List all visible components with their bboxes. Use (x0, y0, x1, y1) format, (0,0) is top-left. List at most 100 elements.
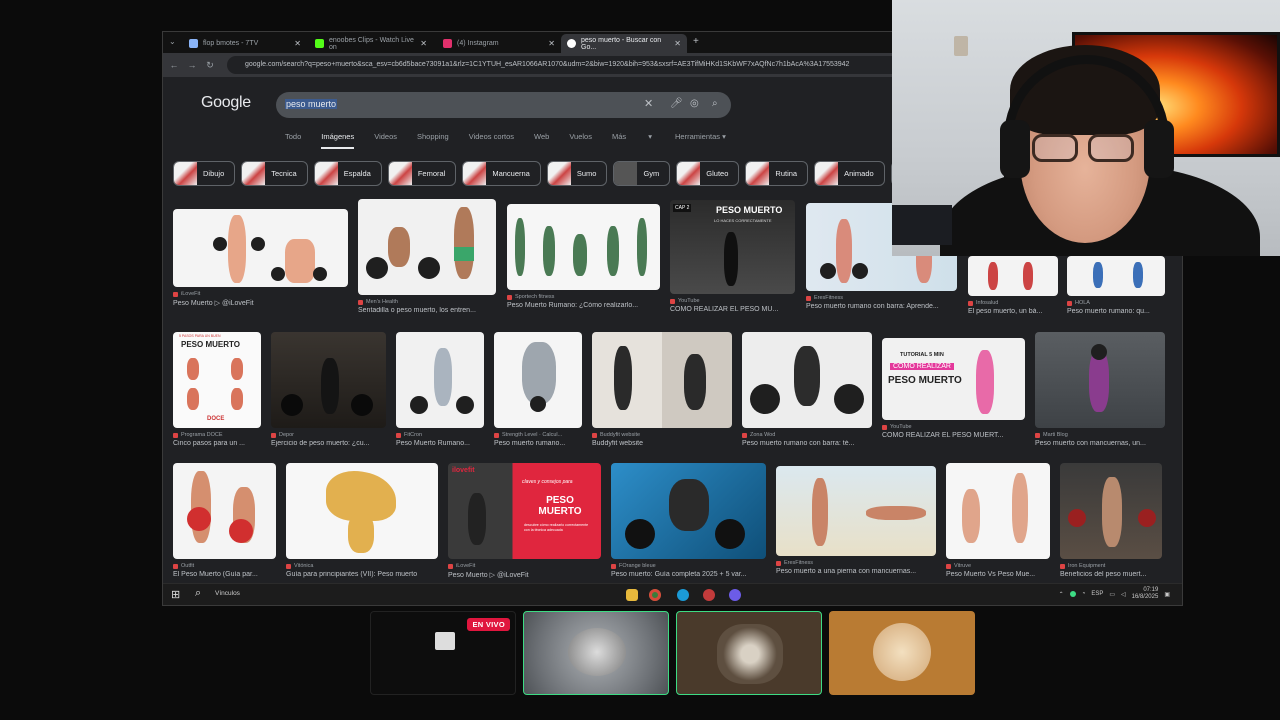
result-caption: Peso muerto rumano: qu... (1067, 308, 1150, 315)
webcam-overlay (892, 0, 1280, 256)
participant-tile-car[interactable] (523, 611, 669, 695)
forward-icon[interactable]: → (183, 60, 201, 70)
file-explorer-icon[interactable] (626, 589, 638, 601)
reload-icon[interactable]: ↻ (201, 60, 219, 71)
result-7[interactable]: HOLA Peso muerto rumano: qu... (1067, 256, 1165, 315)
chip-gluteo[interactable]: Gluteo (676, 161, 740, 186)
chrome-icon[interactable] (649, 589, 661, 601)
tab-google-search[interactable]: peso muerto - Buscar con Go... ✕ (561, 34, 687, 53)
tab-search-icon[interactable]: ⌄ (169, 37, 176, 46)
chevron-up-icon[interactable]: ⌃ (1059, 591, 1064, 598)
clock[interactable]: 07:19 16/8/2025 (1132, 587, 1159, 601)
chip-rutina[interactable]: Rutina (745, 161, 809, 186)
chip-femoral[interactable]: Femoral (387, 161, 457, 186)
clear-icon[interactable]: ✕ (644, 97, 653, 110)
tools-button[interactable]: Herramientas ▾ (675, 132, 726, 141)
result-3[interactable]: Sportech fitness Peso Muerto Rumano: ¿Có… (507, 204, 660, 309)
result-18[interactable]: ilovefit claves y consejos para PESO MUE… (448, 463, 601, 579)
network-icon[interactable]: ▭ (1109, 591, 1115, 598)
tab-kick[interactable]: enoobes Clips - Watch Live on ✕ (309, 34, 433, 53)
result-source: YouTube (670, 298, 795, 304)
result-19[interactable]: FOrange bleue Peso muerto: Guía completa… (611, 463, 766, 578)
filter-videos-cortos[interactable]: Videos cortos (469, 132, 514, 149)
result-12[interactable]: Buddyfit website Buddyfit website (592, 332, 732, 447)
microphone-icon[interactable]: 🎤︎ (670, 98, 683, 109)
result-8[interactable]: 5 PASOS PARA UN BUEN PESO MUERTO DOCE Pr… (173, 332, 261, 447)
wifi-icon[interactable]: ◔ (1082, 591, 1086, 597)
back-icon[interactable]: ← (165, 60, 183, 70)
notification-icon[interactable]: ▣ (1164, 591, 1170, 598)
tab-instagram[interactable]: (4) Instagram ✕ (437, 34, 561, 53)
windows-start-icon[interactable]: ⊞ (171, 588, 180, 601)
lens-icon[interactable]: ◎ (690, 98, 699, 109)
search-icon[interactable]: ⌕ (195, 587, 201, 600)
participant-tile-raccoon[interactable] (676, 611, 822, 695)
result-2[interactable]: Men's Health Sentadilla o peso muerto, l… (358, 199, 496, 314)
lang-indicator[interactable]: ESP (1091, 591, 1103, 597)
result-caption: Peso muerto: Guía completa 2025 + 5 var.… (611, 571, 747, 578)
result-15[interactable]: Marti Blog Peso muerto con mancuernas, u… (1035, 332, 1165, 447)
result-6[interactable]: Infosalud El peso muerto, un bá... (968, 256, 1058, 315)
filter-imagenes[interactable]: Imágenes (321, 132, 355, 149)
filter-videos[interactable]: Videos (374, 132, 397, 149)
participant-tile-screen[interactable]: EN VIVO (370, 611, 516, 695)
anatomy-figure (434, 348, 452, 406)
result-image (611, 463, 766, 559)
close-icon[interactable]: ✕ (674, 39, 681, 48)
anatomy-figure (522, 342, 556, 404)
close-icon[interactable]: ✕ (420, 39, 427, 48)
result-11[interactable]: Strength Level · Calcul... Peso muerto r… (494, 332, 582, 447)
tab-label: (4) Instagram (457, 40, 499, 47)
tab-7tv[interactable]: flop bmotes - 7TV ✕ (183, 34, 307, 53)
result-image (946, 463, 1050, 559)
google-logo[interactable]: Google (201, 94, 251, 112)
chip-label: Gym (643, 169, 660, 178)
filter-shopping[interactable]: Shopping (417, 132, 449, 149)
result-21[interactable]: Vitruve Peso Muerto Vs Peso Mue... (946, 463, 1050, 578)
filter-web[interactable]: Web (534, 132, 549, 149)
result-10[interactable]: FitCron Peso Muerto Rumano... (396, 332, 484, 447)
chip-animado[interactable]: Animado (814, 161, 885, 186)
tab-label: enoobes Clips - Watch Live on (329, 36, 414, 51)
result-source: Programa DOCE (173, 432, 261, 438)
result-caption: Peso Muerto Rumano: ¿Cómo realizarlo... (507, 302, 639, 309)
result-20[interactable]: EresFitness Peso muerto a una pierna con… (776, 466, 936, 575)
result-caption: Peso muerto a una pierna con mancuernas.… (776, 568, 917, 575)
result-1[interactable]: iLoveFit Peso Muerto ▷ @iLoveFit (173, 209, 348, 307)
result-13[interactable]: Zona Wod Peso muerto rumano con barra: t… (742, 332, 872, 447)
chip-tecnica[interactable]: Tecnica (241, 161, 308, 186)
result-4[interactable]: CAP 2 PESO MUERTO LO HACES CORRECTAMENTE… (670, 200, 795, 313)
close-icon[interactable]: ✕ (548, 39, 555, 48)
search-icon[interactable]: ⌕ (712, 98, 718, 109)
result-9[interactable]: Depor Ejercicio de peso muerto: ¿cu... (271, 332, 386, 447)
chip-dibujo[interactable]: Dibujo (173, 161, 236, 186)
athlete-figure (1133, 262, 1143, 288)
chip-sumo[interactable]: Sumo (546, 161, 608, 186)
result-caption: COMO REALIZAR EL PESO MU... (670, 306, 779, 313)
filter-mas[interactable]: Más ▾ (612, 132, 652, 149)
new-tab-button[interactable]: + (693, 36, 699, 47)
result-16[interactable]: Outfit El Peso Muerto (Guía par... (173, 463, 276, 578)
result-22[interactable]: Iron Equipment Beneficios del peso muert… (1060, 463, 1162, 578)
result-source: Zona Wod (742, 432, 872, 438)
close-icon[interactable]: ✕ (294, 39, 301, 48)
discord-icon[interactable] (729, 589, 741, 601)
result-caption: Beneficios del peso muert... (1060, 571, 1147, 578)
search-input[interactable]: peso muerto ✕ 🎤︎ ◎ ⌕ (276, 92, 731, 118)
result-source: iLoveFit (173, 291, 348, 297)
chip-espalda[interactable]: Espalda (313, 161, 382, 186)
participant-tile-avatar[interactable] (829, 611, 975, 695)
result-17[interactable]: Vitónica Guía para principiantes (VII): … (286, 463, 438, 578)
chip-gym[interactable]: Gym (613, 161, 671, 186)
obs-icon[interactable] (703, 589, 715, 601)
result-14[interactable]: TUTORIAL 5 MIN COMO REALIZAR PESO MUERTO… (882, 338, 1025, 439)
chip-mancuerna[interactable]: Mancuerna (462, 161, 541, 186)
taskbar-search-label[interactable]: Vínculos (215, 590, 240, 597)
volume-icon[interactable]: ◁ (1121, 591, 1126, 598)
filter-vuelos[interactable]: Vuelos (569, 132, 592, 149)
plate (418, 257, 440, 279)
edge-icon[interactable] (677, 589, 689, 601)
status-dot-icon[interactable] (1069, 591, 1076, 597)
filter-todo[interactable]: Todo (285, 132, 301, 149)
result-caption: Cinco pasos para un ... (173, 440, 245, 447)
